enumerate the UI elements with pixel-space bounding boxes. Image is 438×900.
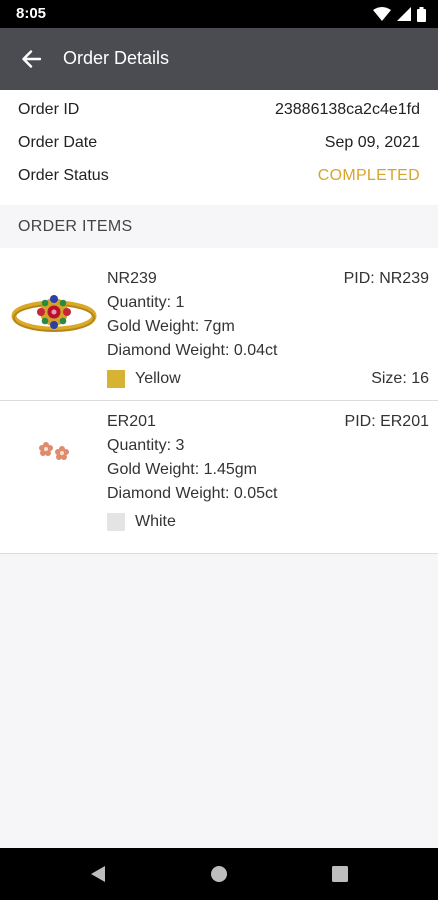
order-items-header: ORDER ITEMS xyxy=(18,218,133,235)
list-item[interactable]: NR239 PID: NR239 Quantity: 1 Gold Weight… xyxy=(0,248,438,401)
item-size: Size: 16 xyxy=(371,370,429,387)
nav-home-button[interactable] xyxy=(207,862,231,886)
arrow-left-icon xyxy=(22,50,41,68)
back-button[interactable] xyxy=(14,43,48,75)
item-gold-weight: Gold Weight: 7gm xyxy=(107,318,235,335)
order-items-list: NR239 PID: NR239 Quantity: 1 Gold Weight… xyxy=(0,248,438,554)
order-id-row: Order ID 23886138ca2c4e1fd xyxy=(18,101,420,125)
page-title: Order Details xyxy=(63,48,170,68)
system-nav-bar xyxy=(0,848,438,900)
wifi-icon xyxy=(373,7,391,21)
order-status-row: Order Status COMPLETED xyxy=(18,167,420,191)
status-icons xyxy=(373,6,426,22)
order-date-label: Order Date xyxy=(18,134,98,151)
order-status-label: Order Status xyxy=(18,167,109,184)
triangle-back-icon xyxy=(91,866,105,882)
item-quantity: Quantity: 3 xyxy=(107,437,185,454)
item-diamond-weight: Diamond Weight: 0.04ct xyxy=(107,342,278,359)
item-gold-weight: Gold Weight: 1.45gm xyxy=(107,461,258,478)
earrings-image xyxy=(10,413,98,501)
app-bar: Order Details xyxy=(0,28,438,90)
item-color: Yellow xyxy=(135,370,181,387)
order-id-label: Order ID xyxy=(18,101,80,118)
item-name: NR239 xyxy=(107,270,157,287)
item-quantity: Quantity: 1 xyxy=(107,294,185,311)
item-name: ER201 xyxy=(107,413,156,430)
order-id-value: 23886138ca2c4e1fd xyxy=(274,101,420,118)
list-item[interactable]: ER201 PID: ER201 Quantity: 3 Gold Weight… xyxy=(0,401,438,554)
status-bar: 8:05 xyxy=(0,0,438,28)
order-status-value: COMPLETED xyxy=(317,167,420,184)
color-swatch xyxy=(107,370,125,388)
item-color: White xyxy=(135,513,176,530)
item-diamond-weight: Diamond Weight: 0.05ct xyxy=(107,485,278,502)
nav-back-button[interactable] xyxy=(86,862,110,886)
order-date-value: Sep 09, 2021 xyxy=(324,134,420,151)
order-summary: Order ID 23886138ca2c4e1fd Order Date Se… xyxy=(0,90,438,205)
item-pid: PID: ER201 xyxy=(344,413,429,430)
order-date-row: Order Date Sep 09, 2021 xyxy=(18,134,420,158)
gold-ring-image xyxy=(10,274,98,362)
signal-icon xyxy=(397,7,411,21)
color-swatch xyxy=(107,513,125,531)
status-time: 8:05 xyxy=(16,5,47,22)
square-recents-icon xyxy=(332,866,348,882)
nav-recents-button[interactable] xyxy=(328,862,352,886)
battery-icon xyxy=(417,6,426,22)
circle-home-icon xyxy=(211,866,227,882)
item-pid: PID: NR239 xyxy=(343,270,429,287)
